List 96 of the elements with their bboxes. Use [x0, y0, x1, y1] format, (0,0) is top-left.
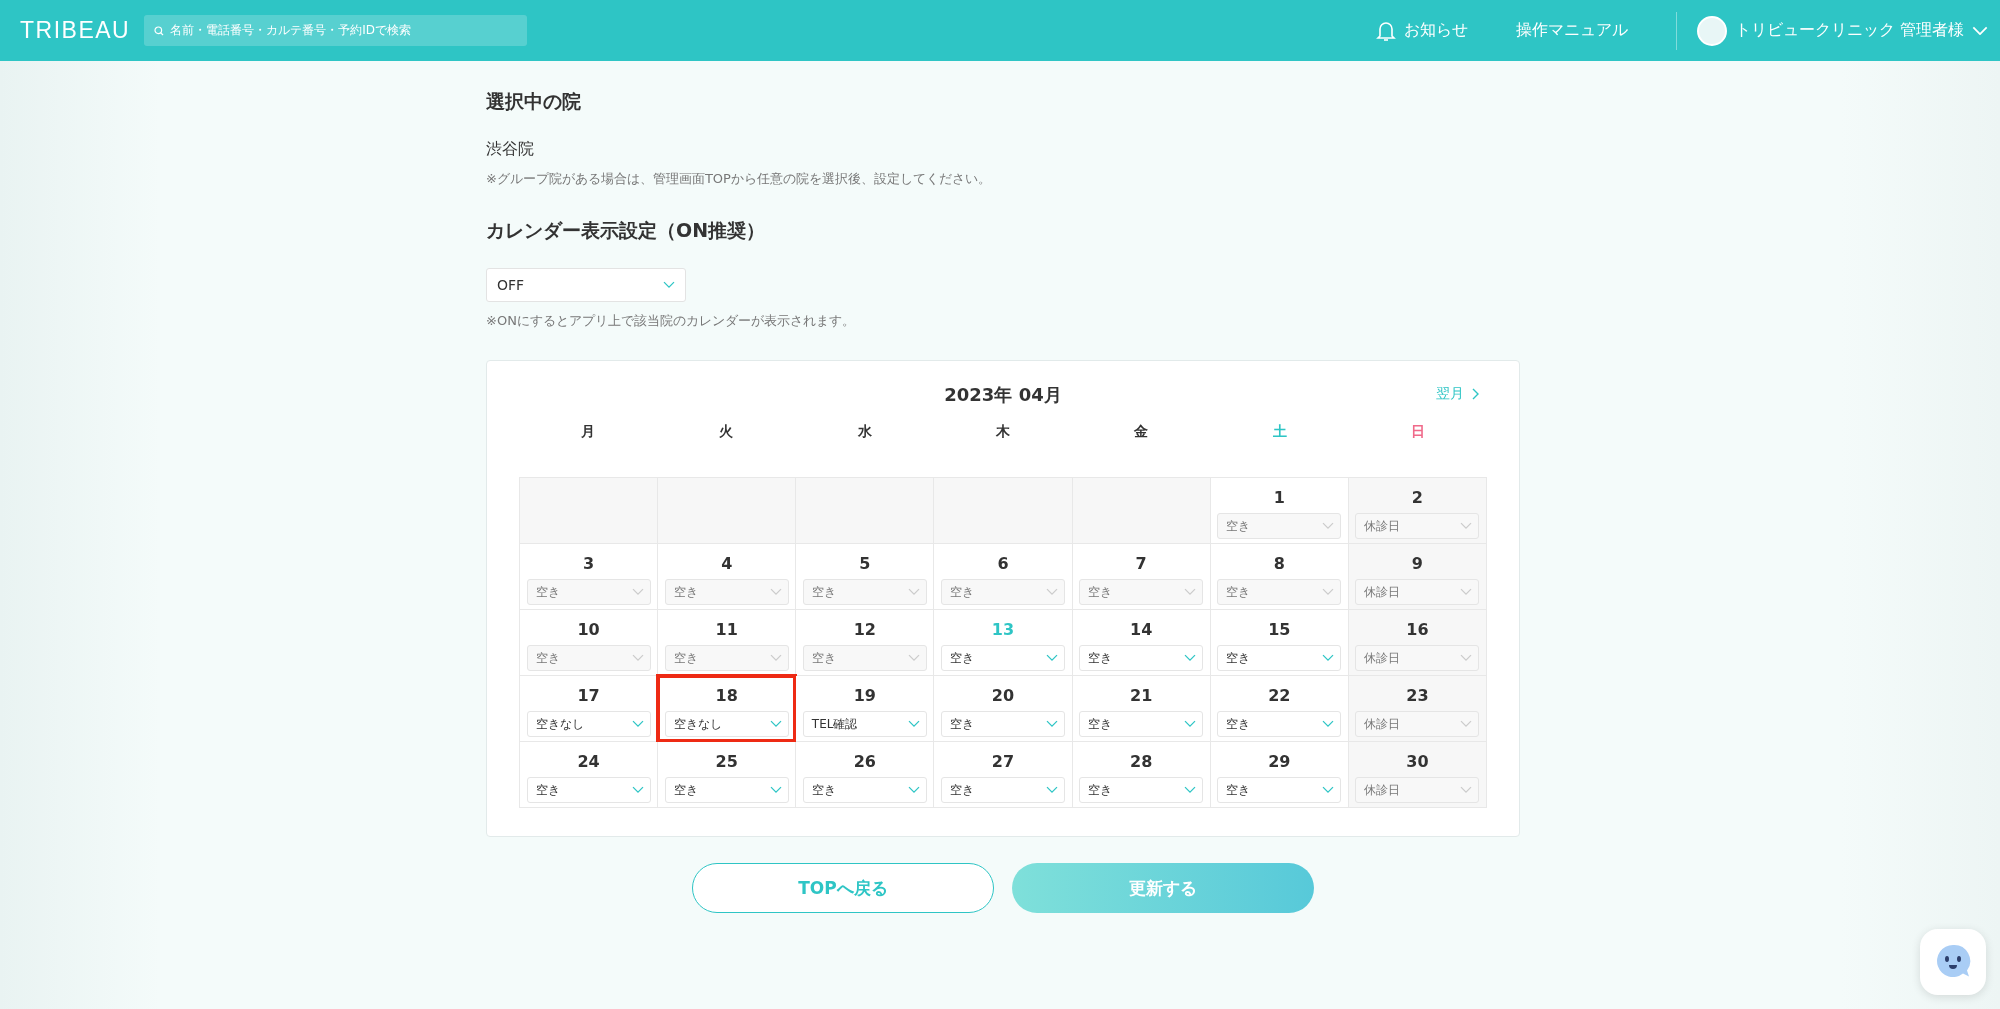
day-number: 18 — [715, 686, 738, 705]
weekday-label: 土 — [1272, 423, 1287, 439]
display-select[interactable]: OFF — [486, 268, 686, 302]
weekday-label: 火 — [719, 423, 734, 439]
day-number: 28 — [1130, 752, 1153, 771]
day-number: 19 — [853, 686, 876, 705]
day-number: 11 — [715, 620, 738, 639]
chevron-down-icon — [1460, 588, 1473, 596]
day-number: 12 — [853, 620, 876, 639]
chevron-down-icon — [1460, 720, 1473, 728]
status-select[interactable]: 空き — [526, 777, 651, 803]
avatar-icon — [1696, 15, 1727, 46]
day-number: 3 — [583, 554, 595, 573]
chevron-down-icon — [1046, 588, 1058, 596]
status-select[interactable]: 空き — [941, 777, 1065, 803]
day-number: 9 — [1411, 554, 1423, 573]
day-number: 15 — [1268, 620, 1291, 639]
chevron-down-icon — [1046, 654, 1058, 662]
chevron-down-icon — [631, 786, 644, 794]
weekday-label: 金 — [1134, 423, 1149, 439]
note-text: ※グループ院がある場合は、管理画面TOPから任意の院を選択後、設定してください。 — [486, 170, 992, 188]
day-number: 1 — [1273, 488, 1285, 507]
day-number: 6 — [997, 554, 1009, 573]
chevron-down-icon — [907, 786, 920, 794]
chevron-down-icon — [1322, 588, 1335, 596]
status-select[interactable]: 空きなし — [664, 711, 789, 737]
status-select[interactable]: 空き — [1079, 645, 1204, 671]
day-number: 10 — [577, 620, 600, 639]
chevron-down-icon — [769, 786, 782, 794]
weekday-label: 水 — [857, 423, 872, 439]
day-number: 26 — [853, 752, 876, 771]
chevron-down-icon — [1322, 654, 1335, 662]
day-number: 16 — [1406, 620, 1429, 639]
day-number: 17 — [577, 686, 600, 705]
day-number: 30 — [1406, 752, 1429, 771]
status-select[interactable]: TEL確認 — [802, 711, 927, 737]
chevron-down-icon — [907, 720, 920, 728]
chevron-down-icon — [769, 720, 782, 728]
day-number: 24 — [577, 752, 600, 771]
chevron-down-icon — [1322, 522, 1335, 530]
chevron-down-icon — [631, 588, 644, 596]
day-number: 14 — [1130, 620, 1153, 639]
status-select[interactable]: 空き — [1079, 711, 1204, 737]
note-text: ※ONにするとアプリ上で該当院のカレンダーが表示されます。 — [486, 312, 856, 330]
chevron-down-icon — [769, 588, 782, 596]
chevron-down-icon — [1460, 786, 1473, 794]
day-number: 13 — [991, 620, 1015, 639]
chevron-down-icon — [663, 281, 675, 289]
chevron-down-icon — [1972, 25, 1988, 36]
chevron-down-icon — [631, 720, 644, 728]
chevron-down-icon — [1046, 786, 1058, 794]
section-heading: 選択中の院 — [486, 89, 582, 114]
weekday-label: 日 — [1410, 423, 1425, 439]
status-select[interactable]: 空き — [1217, 777, 1342, 803]
status-select[interactable]: 空き — [664, 777, 789, 803]
chevron-down-icon — [1460, 654, 1473, 662]
day-number: 25 — [715, 752, 738, 771]
status-select[interactable]: 空き — [941, 645, 1065, 671]
status-select[interactable]: 空き — [1217, 711, 1342, 737]
day-number: 8 — [1273, 554, 1285, 573]
chevron-down-icon — [1322, 786, 1335, 794]
chevron-down-icon — [907, 654, 920, 662]
status-select[interactable]: 空きなし — [526, 711, 651, 737]
chevron-down-icon — [1184, 654, 1197, 662]
status-select[interactable]: 空き — [1079, 777, 1204, 803]
day-number: 29 — [1268, 752, 1291, 771]
day-number: 2 — [1411, 488, 1423, 507]
section-heading: カレンダー表示設定（ON推奨） — [486, 218, 767, 243]
status-select[interactable]: 空き — [802, 777, 927, 803]
day-number: 23 — [1406, 686, 1429, 705]
day-number: 27 — [991, 752, 1015, 771]
bell-icon — [1375, 19, 1396, 42]
chevron-down-icon — [1046, 720, 1058, 728]
chevron-down-icon — [1460, 522, 1473, 530]
chevron-down-icon — [1184, 588, 1197, 596]
day-number: 22 — [1268, 686, 1291, 705]
day-number: 20 — [991, 686, 1015, 705]
chat-button[interactable] — [1920, 929, 1986, 995]
chevron-down-icon — [907, 588, 920, 596]
weekday-label: 木 — [996, 423, 1010, 439]
chevron-down-icon — [1184, 786, 1197, 794]
day-number: 4 — [721, 554, 733, 573]
status-select[interactable]: 空き — [941, 711, 1065, 737]
month-title: 2023年 04月 — [944, 383, 1062, 407]
day-number: 21 — [1130, 686, 1153, 705]
chevron-right-icon — [1472, 388, 1479, 400]
day-number: 7 — [1135, 554, 1147, 573]
chevron-down-icon — [631, 654, 644, 662]
day-number: 5 — [859, 554, 871, 573]
status-select[interactable]: 空き — [1217, 645, 1342, 671]
clinic-name: 渋谷院 — [486, 139, 535, 160]
weekday-label: 月 — [581, 423, 596, 439]
search-icon — [154, 25, 165, 36]
chevron-down-icon — [1184, 720, 1197, 728]
chevron-down-icon — [1322, 720, 1335, 728]
chevron-down-icon — [769, 654, 782, 662]
